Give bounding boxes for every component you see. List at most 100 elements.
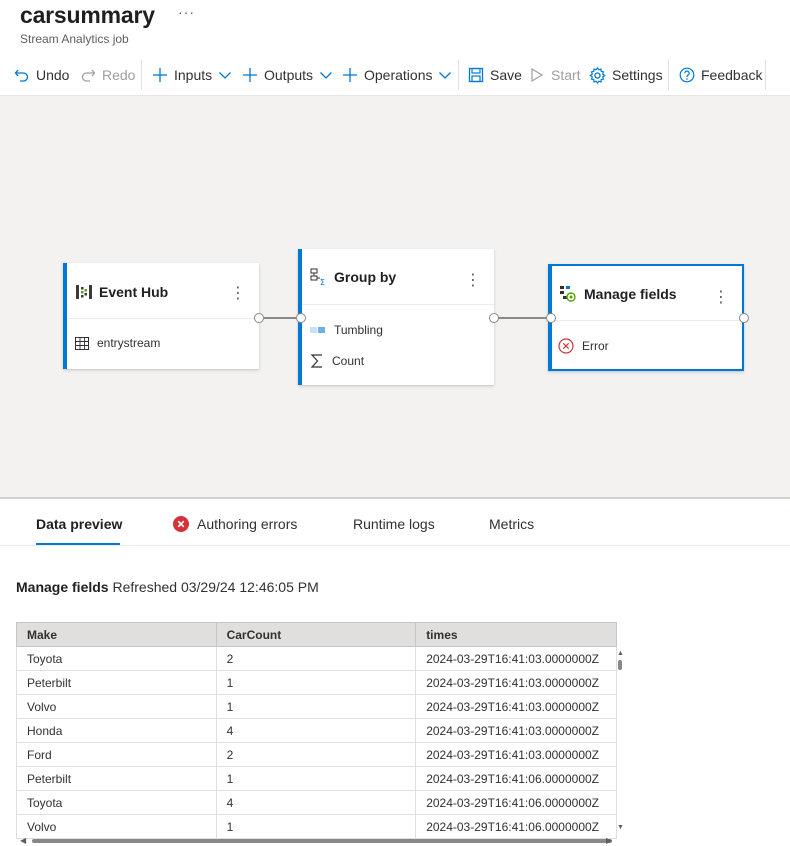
tab-authoring-errors[interactable]: Authoring errors bbox=[173, 516, 297, 532]
start-button[interactable]: Start bbox=[529, 58, 581, 92]
scroll-left-icon[interactable]: ◀ bbox=[20, 836, 26, 845]
settings-label: Settings bbox=[612, 67, 663, 83]
gear-icon bbox=[589, 66, 606, 84]
undo-button[interactable]: Undo bbox=[14, 58, 69, 92]
aggregate-row: Count bbox=[310, 353, 364, 369]
node-error-row: Error bbox=[558, 338, 609, 354]
column-header[interactable]: Make bbox=[16, 622, 217, 647]
settings-button[interactable]: Settings bbox=[589, 58, 663, 92]
plus-icon bbox=[343, 68, 357, 82]
input-name: entrystream bbox=[97, 336, 161, 350]
table-cell: Peterbilt bbox=[16, 766, 217, 791]
table-cell: 2024-03-29T16:41:06.0000000Z bbox=[415, 790, 617, 815]
bottom-tabs: Data preview Authoring errors Runtime lo… bbox=[0, 499, 790, 546]
horizontal-scrollbar[interactable]: ◀ ▶ bbox=[16, 836, 616, 846]
table-icon bbox=[75, 336, 89, 350]
output-port[interactable] bbox=[489, 313, 499, 323]
table-cell: 2 bbox=[215, 742, 417, 767]
tab-data-preview[interactable]: Data preview bbox=[36, 516, 122, 532]
table-cell: Toyota bbox=[16, 790, 217, 815]
play-icon bbox=[531, 67, 544, 83]
table-cell: 2024-03-29T16:41:03.0000000Z bbox=[415, 742, 617, 767]
table-cell: 2 bbox=[215, 646, 417, 671]
manage-fields-icon bbox=[560, 286, 576, 302]
operations-button[interactable]: Operations bbox=[342, 58, 452, 92]
command-bar: Undo Redo Inputs Outputs Operations Save bbox=[0, 58, 790, 94]
table-cell: Toyota bbox=[16, 646, 217, 671]
table-cell: 2024-03-29T16:41:06.0000000Z bbox=[415, 814, 617, 839]
scroll-up-icon[interactable]: ▲ bbox=[617, 650, 624, 657]
error-label: Error bbox=[582, 339, 609, 353]
table-cell: 2024-03-29T16:41:03.0000000Z bbox=[415, 694, 617, 719]
output-port[interactable] bbox=[739, 313, 749, 323]
tumbling-window-icon bbox=[310, 327, 325, 333]
more-vertical-icon[interactable]: ⋮ bbox=[465, 272, 481, 290]
preview-table: Make CarCount times Toyota 2 2024-03-29T16… bbox=[16, 622, 617, 839]
window-type-row: Tumbling bbox=[310, 323, 383, 337]
diagram-canvas[interactable]: Event Hub ⋮ entrystream Σ Group by ⋮ Tum… bbox=[0, 96, 790, 498]
table-cell: 2024-03-29T16:41:06.0000000Z bbox=[415, 766, 617, 791]
operations-label: Operations bbox=[364, 67, 433, 83]
table-cell: 4 bbox=[215, 790, 417, 815]
outputs-button[interactable]: Outputs bbox=[242, 58, 333, 92]
tab-metrics[interactable]: Metrics bbox=[489, 516, 534, 532]
plus-icon bbox=[153, 68, 167, 82]
node-header: Event Hub ⋮ bbox=[67, 263, 259, 319]
feedback-button[interactable]: Feedback bbox=[679, 58, 762, 92]
column-header[interactable]: times bbox=[415, 622, 617, 647]
scroll-right-icon[interactable]: ▶ bbox=[606, 836, 612, 845]
scroll-down-icon[interactable]: ▼ bbox=[617, 824, 624, 831]
redo-icon bbox=[81, 69, 96, 82]
more-vertical-icon[interactable]: ⋮ bbox=[713, 289, 729, 307]
table-cell: 1 bbox=[215, 694, 417, 719]
window-type-label: Tumbling bbox=[334, 323, 383, 337]
toolbar-divider bbox=[141, 60, 142, 90]
sigma-icon bbox=[310, 354, 322, 368]
node-input-row: entrystream bbox=[75, 336, 160, 350]
table-cell: Volvo bbox=[16, 694, 217, 719]
tab-runtime-logs[interactable]: Runtime logs bbox=[353, 516, 435, 532]
toolbar-divider bbox=[458, 60, 459, 90]
more-options-icon[interactable]: ··· bbox=[178, 4, 195, 20]
aggregate-label: Count bbox=[332, 354, 365, 368]
node-header: Manage fields ⋮ bbox=[552, 266, 742, 321]
table-cell: Ford bbox=[16, 742, 217, 767]
preview-status: Manage fields Refreshed 03/29/24 12:46:0… bbox=[16, 579, 319, 595]
table-row: Honda 4 2024-03-29T16:41:03.0000000Z bbox=[16, 718, 617, 743]
more-vertical-icon[interactable]: ⋮ bbox=[230, 285, 246, 303]
active-tab-indicator bbox=[36, 543, 120, 545]
chevron-down-icon bbox=[219, 72, 232, 79]
page-header: carsummary ··· Stream Analytics job Undo… bbox=[0, 0, 790, 96]
redo-button[interactable]: Redo bbox=[80, 58, 135, 92]
event-hub-node[interactable]: Event Hub ⋮ entrystream bbox=[63, 263, 259, 369]
manage-fields-node[interactable]: Manage fields ⋮ Error bbox=[548, 264, 744, 371]
page-subtitle: Stream Analytics job bbox=[20, 32, 129, 46]
table-cell: Peterbilt bbox=[16, 670, 217, 695]
toolbar-divider bbox=[765, 60, 766, 90]
input-port[interactable] bbox=[546, 313, 556, 323]
scrollbar-thumb[interactable] bbox=[32, 839, 612, 843]
save-button[interactable]: Save bbox=[468, 58, 522, 92]
chevron-down-icon bbox=[320, 72, 332, 79]
scrollbar-thumb[interactable] bbox=[618, 660, 622, 670]
table-cell: 1 bbox=[215, 814, 417, 839]
input-port[interactable] bbox=[296, 313, 306, 323]
connector-line bbox=[264, 317, 296, 319]
column-header[interactable]: CarCount bbox=[215, 622, 417, 647]
group-by-node[interactable]: Σ Group by ⋮ Tumbling Count bbox=[298, 249, 494, 385]
feedback-label: Feedback bbox=[701, 67, 763, 83]
output-port[interactable] bbox=[254, 313, 264, 323]
table-cell: 4 bbox=[215, 718, 417, 743]
table-cell: Honda bbox=[16, 718, 217, 743]
tab-label: Authoring errors bbox=[197, 516, 298, 532]
error-circle-icon bbox=[558, 338, 574, 354]
vertical-scrollbar[interactable]: ▲ ▼ bbox=[616, 648, 624, 834]
table-row: Volvo 1 2024-03-29T16:41:03.0000000Z bbox=[16, 694, 617, 719]
page-title: carsummary bbox=[20, 2, 155, 28]
save-label: Save bbox=[490, 67, 522, 83]
table-row: Peterbilt 1 2024-03-29T16:41:03.0000000Z bbox=[16, 670, 617, 695]
inputs-button[interactable]: Inputs bbox=[152, 58, 232, 92]
table-cell: Volvo bbox=[16, 814, 217, 839]
table-cell: 2024-03-29T16:41:03.0000000Z bbox=[415, 718, 617, 743]
node-title: Manage fields bbox=[584, 286, 677, 302]
